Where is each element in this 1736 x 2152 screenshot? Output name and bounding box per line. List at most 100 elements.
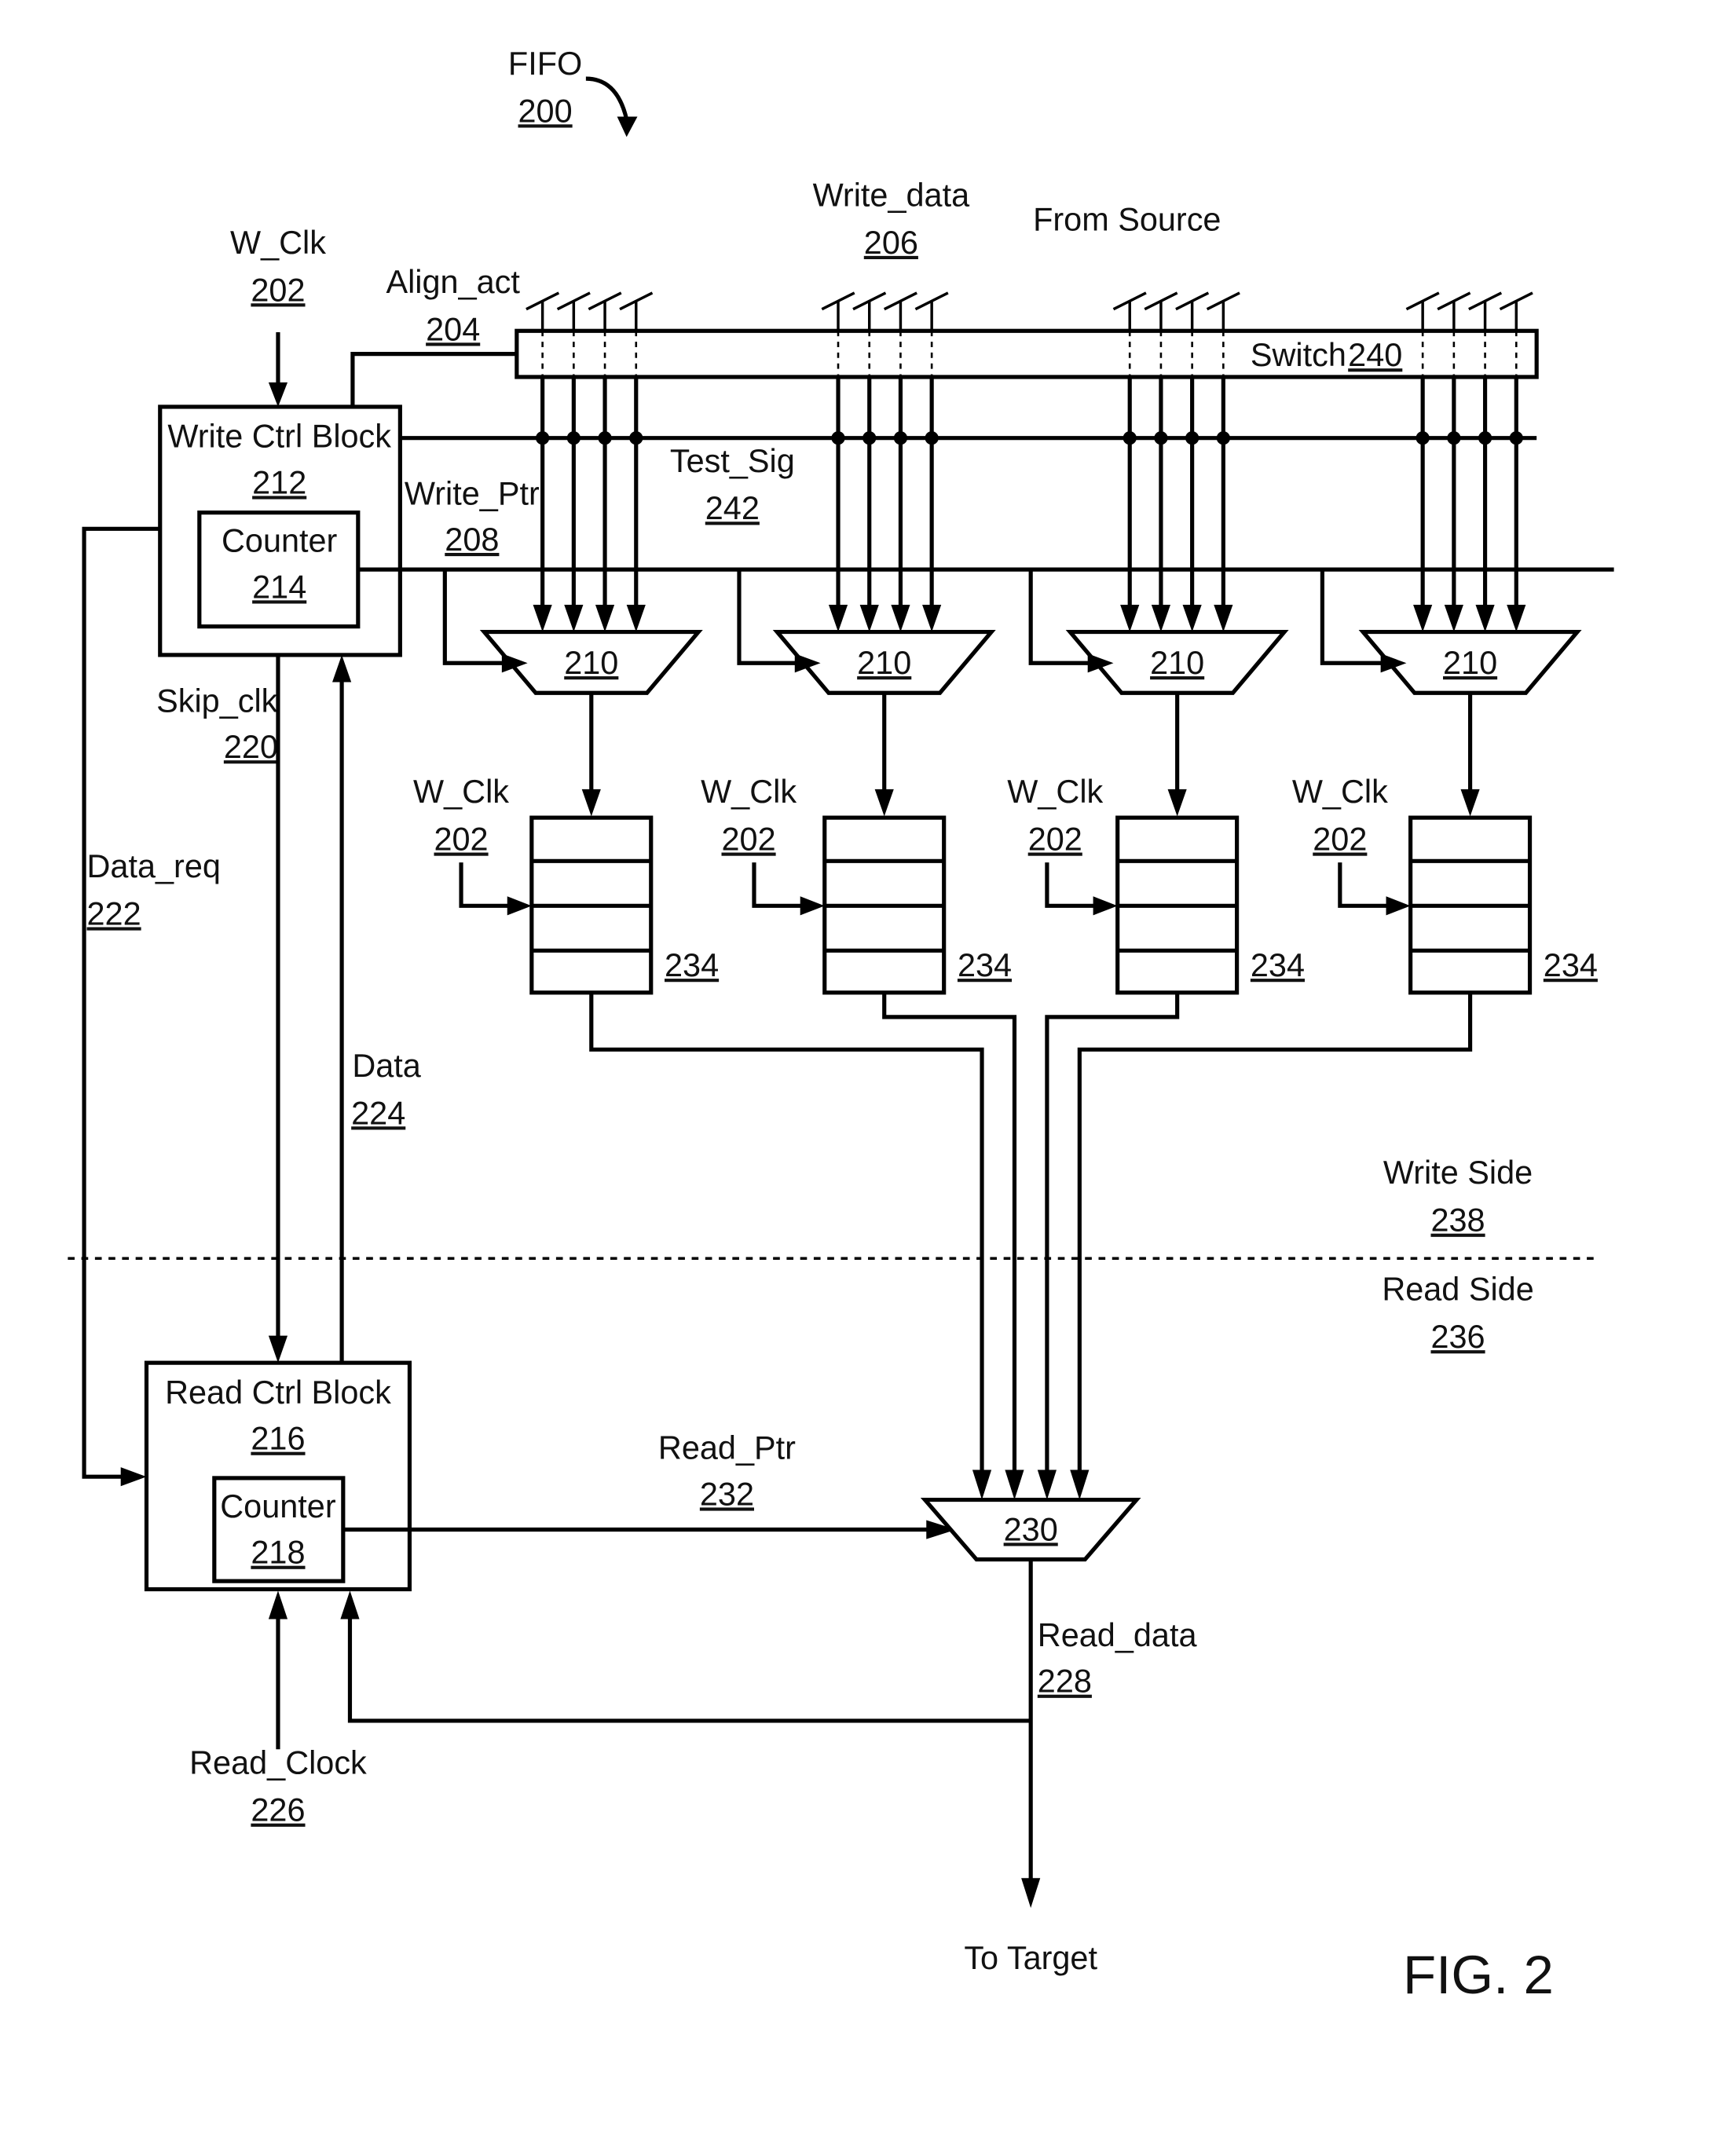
- bit-arrowhead: [1120, 605, 1140, 632]
- write-mux-label: 210: [857, 644, 911, 681]
- skip-clk-arrowhead: [268, 1335, 288, 1363]
- read-data-label: Read_data: [1038, 1616, 1198, 1653]
- test-sig-junction: [893, 431, 908, 445]
- data-req-ref: 222: [87, 895, 141, 931]
- w-clk-arrowhead: [268, 382, 288, 407]
- write-ctrl-ref: 212: [252, 463, 306, 500]
- lane-w-clk-label: W_Clk: [413, 773, 509, 810]
- test-sig-junction: [1154, 431, 1168, 445]
- bit-arrowhead: [828, 605, 848, 632]
- write-data-label: Write_data: [813, 176, 971, 213]
- w-clk-label: W_Clk: [230, 224, 326, 261]
- register-label: 234: [665, 946, 719, 983]
- write-mux-label: 210: [1443, 644, 1497, 681]
- lane-w-clk-arrowhead: [1093, 896, 1118, 916]
- register-label: 234: [1251, 946, 1305, 983]
- read-ctrl-ref: 216: [251, 1420, 305, 1457]
- test-sig-junction: [1478, 431, 1492, 445]
- read-mux-input-arrowhead: [1005, 1469, 1024, 1500]
- data-ref: 224: [351, 1094, 405, 1131]
- figure-caption: FIG. 2: [1403, 1944, 1554, 2005]
- to-target-arrowhead: [1021, 1878, 1041, 1909]
- lane-w-clk-wire: [752, 862, 804, 908]
- write-counter-label: Counter: [222, 522, 338, 559]
- test-sig-junction: [925, 431, 939, 445]
- read-clock-arrowhead: [268, 1590, 288, 1619]
- write-ptr-ref: 208: [445, 521, 499, 558]
- read-ptr-ref: 232: [700, 1475, 754, 1512]
- test-sig-junction: [1509, 431, 1523, 445]
- register-label: 234: [958, 946, 1012, 983]
- fifo-pointer-arrow: [585, 76, 629, 120]
- data-req-label: Data_req: [87, 847, 221, 884]
- bit-arrowhead: [922, 605, 942, 632]
- fifo-ref: 200: [518, 92, 573, 129]
- bit-arrowhead: [595, 605, 615, 632]
- bit-arrowhead: [564, 605, 584, 632]
- fifo-pointer-arrowhead: [617, 116, 638, 137]
- read-clock-ref: 226: [251, 1792, 305, 1828]
- switch-ref: 240: [1348, 336, 1402, 373]
- register-out-wire: [589, 992, 984, 1476]
- write-ctrl-label: Write Ctrl Block: [167, 418, 391, 455]
- test-sig-junction: [598, 431, 612, 445]
- align-act-wire: [350, 352, 517, 407]
- mux-out-arrowhead: [874, 789, 894, 817]
- read-side-label: Read Side: [1382, 1271, 1533, 1308]
- write-side-ref: 238: [1430, 1202, 1485, 1239]
- bit-arrowhead: [891, 605, 910, 632]
- skip-clk-ref: 220: [224, 728, 278, 765]
- write-side-label: Write Side: [1383, 1154, 1533, 1191]
- lane-w-clk-wire: [1045, 862, 1097, 908]
- align-act-ref: 204: [426, 310, 480, 347]
- bit-arrowhead: [1182, 605, 1202, 632]
- lane-w-clk-label: W_Clk: [1007, 773, 1103, 810]
- data-req-wire: [82, 526, 160, 1479]
- data-label: Data: [352, 1047, 421, 1084]
- write-ptr-label: Write_Ptr: [405, 474, 540, 511]
- align-act-label: Align_act: [386, 263, 520, 300]
- write-counter-ref: 214: [252, 568, 306, 605]
- fifo-diagram: FIFO 200 W_Clk 202 Align_act 204 Write_d…: [68, 45, 1614, 2005]
- lane-w-clk-arrowhead: [1386, 896, 1411, 916]
- lane-w-clk-arrowhead: [507, 896, 532, 916]
- test-sig-junction: [629, 431, 643, 445]
- data-req-arrowhead: [120, 1467, 147, 1487]
- test-sig-junction: [1185, 431, 1199, 445]
- test-sig-label: Test_Sig: [670, 442, 795, 479]
- switch-label: Switch: [1251, 336, 1346, 373]
- write-lanes: 210 234 W_Clk 202 210 234 W_Clk 202 210 234 W_Clk 2…: [413, 291, 1598, 1500]
- read-mux-label: 230: [1004, 1510, 1058, 1547]
- read-mux-input-arrowhead: [972, 1469, 992, 1500]
- test-sig-junction: [1123, 431, 1137, 445]
- read-mux-input-arrowhead: [1037, 1469, 1057, 1500]
- bit-arrowhead: [859, 605, 879, 632]
- read-feedback-arrowhead: [340, 1590, 360, 1619]
- fifo-title: FIFO: [508, 45, 582, 82]
- lane-w-clk-arrowhead: [800, 896, 825, 916]
- register-label: 234: [1544, 946, 1598, 983]
- bit-arrowhead: [1151, 605, 1171, 632]
- mux-out-arrowhead: [1460, 789, 1480, 817]
- to-target-label: To Target: [964, 1939, 1097, 1976]
- bit-arrowhead: [533, 605, 552, 632]
- write-data-ref: 206: [864, 224, 918, 261]
- read-side-ref: 236: [1430, 1318, 1485, 1355]
- register-out-wire: [1045, 992, 1180, 1476]
- lane-w-clk-ref: 202: [1313, 821, 1367, 858]
- read-clock-label: Read_Clock: [189, 1744, 367, 1781]
- read-counter-ref: 218: [251, 1534, 305, 1571]
- data-arrowhead: [332, 654, 352, 683]
- w-clk-ref: 202: [251, 271, 305, 308]
- lane-w-clk-label: W_Clk: [1292, 773, 1388, 810]
- from-source-label: From Source: [1033, 201, 1221, 238]
- register-out-wire: [1077, 992, 1473, 1476]
- test-sig-junction: [831, 431, 845, 445]
- test-sig-junction: [1447, 431, 1461, 445]
- write-mux-label: 210: [564, 644, 618, 681]
- write-mux-label: 210: [1150, 644, 1204, 681]
- test-sig-junction: [1216, 431, 1230, 445]
- test-sig-junction: [1416, 431, 1430, 445]
- bit-arrowhead: [1507, 605, 1526, 632]
- read-mux-input-arrowhead: [1070, 1469, 1090, 1500]
